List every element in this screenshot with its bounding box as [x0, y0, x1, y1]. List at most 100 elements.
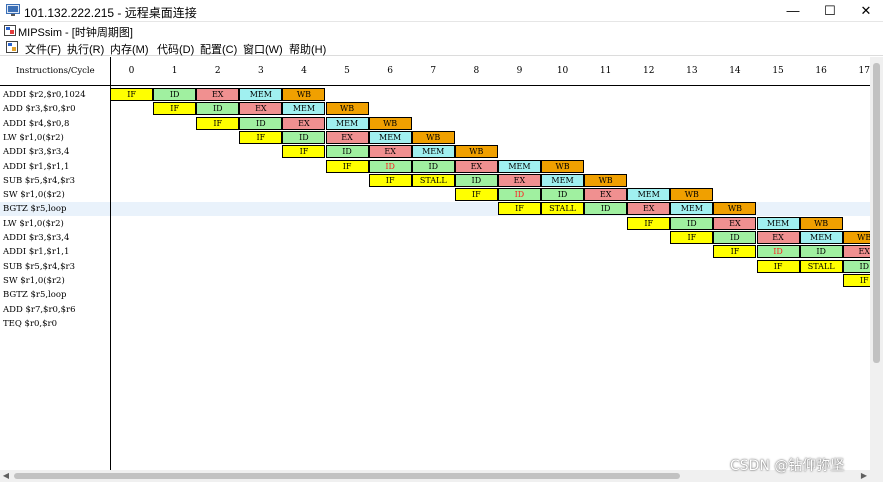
stage-mem: MEM	[325, 116, 369, 130]
stage-if: IF	[196, 116, 240, 130]
cycle-label: 10	[556, 66, 569, 76]
stage-stall: STALL	[799, 259, 843, 273]
stage-wb: WB	[713, 202, 757, 216]
stage-id: ID	[239, 116, 283, 130]
instruction-label[interactable]: LW $r1,0($r2)	[3, 217, 64, 231]
stage-if: IF	[756, 259, 800, 273]
instruction-label[interactable]: SW $r1,0($r2)	[3, 274, 65, 288]
cycle-header-row: Instructions/Cycle 0 1 2 3 4 5 6 7 8 9 10 11 12 13 14 1…	[0, 57, 883, 86]
instruction-label[interactable]: ADDI $r4,$r0,8	[3, 117, 69, 131]
stage-mem: MEM	[541, 173, 585, 187]
close-button[interactable]: ✕	[843, 0, 883, 22]
instruction-label[interactable]: SW $r1,0($r2)	[3, 188, 65, 202]
menu-config[interactable]: 配置(C)	[200, 41, 237, 57]
stage-ex: EX	[196, 88, 240, 101]
stage-wb: WB	[670, 188, 714, 202]
menu-file[interactable]: 文件(F)	[25, 41, 61, 57]
menu-code[interactable]: 代码(D)	[157, 41, 194, 57]
stage-if: IF	[713, 245, 757, 259]
cycle-label: 13	[686, 66, 698, 76]
stage-ex: EX	[368, 145, 412, 159]
stage-mem: MEM	[799, 231, 843, 244]
stage-mem: MEM	[411, 145, 455, 159]
instruction-label[interactable]: ADD $r7,$r0,$r6	[3, 303, 76, 317]
instruction-label[interactable]: SUB $r5,$r4,$r3	[3, 174, 75, 188]
instruction-label[interactable]: ADDI $r3,$r3,4	[3, 145, 69, 159]
stage-mem: MEM	[627, 188, 671, 202]
cycle-label: 6	[387, 66, 393, 76]
cycle-label: 0	[128, 66, 135, 76]
scroll-right-arrow-icon[interactable]: ▶	[858, 470, 870, 482]
stage-id: ID	[497, 188, 541, 202]
cycle-label: 14	[729, 66, 741, 76]
remote-desktop-icon	[6, 4, 20, 16]
stage-id: ID	[282, 130, 326, 144]
cycle-label: 2	[214, 66, 221, 76]
stage-if: IF	[110, 88, 154, 101]
stage-if: IF	[454, 188, 498, 202]
stage-id: ID	[713, 231, 757, 244]
instruction-label[interactable]: ADDI $r1,$r1,1	[3, 160, 69, 174]
stage-ex: EX	[325, 130, 369, 144]
stage-mem: MEM	[670, 202, 714, 216]
menu-window[interactable]: 窗口(W)	[243, 41, 283, 57]
instruction-label[interactable]: TEQ $r0,$r0	[3, 317, 57, 331]
instruction-column-divider	[110, 57, 111, 470]
stage-if: IF	[368, 173, 412, 187]
document-icon[interactable]	[6, 41, 18, 53]
instruction-label[interactable]: BGTZ $r5,loop	[3, 202, 66, 216]
remote-desktop-title-bar: 101.132.222.215 - 远程桌面连接 — ☐ ✕	[0, 0, 883, 22]
stage-id: ID	[756, 245, 800, 259]
vertical-scrollbar[interactable]	[870, 57, 883, 470]
stage-ex: EX	[454, 159, 498, 173]
menu-memory[interactable]: 内存(M)	[110, 41, 149, 57]
instruction-label[interactable]: ADDI $r2,$r0,1024	[3, 88, 86, 102]
mipssim-title-bar: MIPSsim - [时钟周期图]	[0, 22, 883, 39]
stage-id: ID	[799, 245, 843, 259]
stage-ex: EX	[756, 231, 800, 244]
stage-id: ID	[368, 159, 412, 173]
vertical-scrollbar-thumb[interactable]	[873, 63, 880, 363]
instruction-label[interactable]: ADDI $r3,$r3,4	[3, 231, 69, 245]
instruction-label[interactable]: LW $r1,0($r2)	[3, 131, 64, 145]
cycle-label: 12	[643, 66, 655, 76]
stage-wb: WB	[325, 102, 369, 116]
stage-wb: WB	[368, 116, 412, 130]
stage-id: ID	[454, 173, 498, 187]
cycle-label: 16	[815, 66, 827, 76]
stage-id: ID	[153, 88, 197, 101]
stage-if: IF	[497, 202, 541, 216]
cycle-label: 9	[516, 66, 523, 76]
stage-ex: EX	[239, 102, 283, 116]
stage-stall: STALL	[411, 173, 455, 187]
instruction-label[interactable]: ADDI $r1,$r1,1	[3, 245, 69, 259]
horizontal-scrollbar-thumb[interactable]	[14, 473, 680, 479]
instruction-label[interactable]: ADD $r3,$r0,$r0	[3, 102, 76, 116]
menu-help[interactable]: 帮助(H)	[289, 41, 326, 57]
mipssim-title: MIPSsim - [时钟周期图]	[18, 27, 133, 39]
stage-wb: WB	[411, 130, 455, 144]
stage-mem: MEM	[497, 159, 541, 173]
instruction-label[interactable]: BGTZ $r5,loop	[3, 288, 66, 302]
stage-ex: EX	[282, 116, 326, 130]
menu-run[interactable]: 执行(R)	[67, 41, 104, 57]
stage-wb: WB	[541, 159, 585, 173]
stage-if: IF	[627, 216, 671, 230]
stage-ex: EX	[584, 188, 628, 202]
cycle-label: 5	[344, 66, 350, 76]
scrollbar-corner	[870, 470, 883, 482]
remote-desktop-title: 101.132.222.215 - 远程桌面连接	[24, 6, 197, 20]
instruction-label[interactable]: SUB $r5,$r4,$r3	[3, 260, 75, 274]
stage-id: ID	[411, 159, 455, 173]
clock-cycle-diagram: Instructions/Cycle 0 1 2 3 4 5 6 7 8 9 10 11 12 13 14 1…	[0, 57, 883, 470]
watermark: CSDN @钻仰弥坚	[730, 458, 845, 474]
cycle-label: 3	[257, 66, 264, 76]
stage-id: ID	[541, 188, 585, 202]
stage-wb: WB	[799, 216, 843, 230]
stage-mem: MEM	[756, 216, 800, 230]
stage-mem: MEM	[239, 88, 283, 101]
scroll-left-arrow-icon[interactable]: ◀	[0, 470, 12, 482]
stage-ex: EX	[627, 202, 671, 216]
mipssim-app-icon	[4, 25, 16, 36]
stage-mem: MEM	[368, 130, 412, 144]
